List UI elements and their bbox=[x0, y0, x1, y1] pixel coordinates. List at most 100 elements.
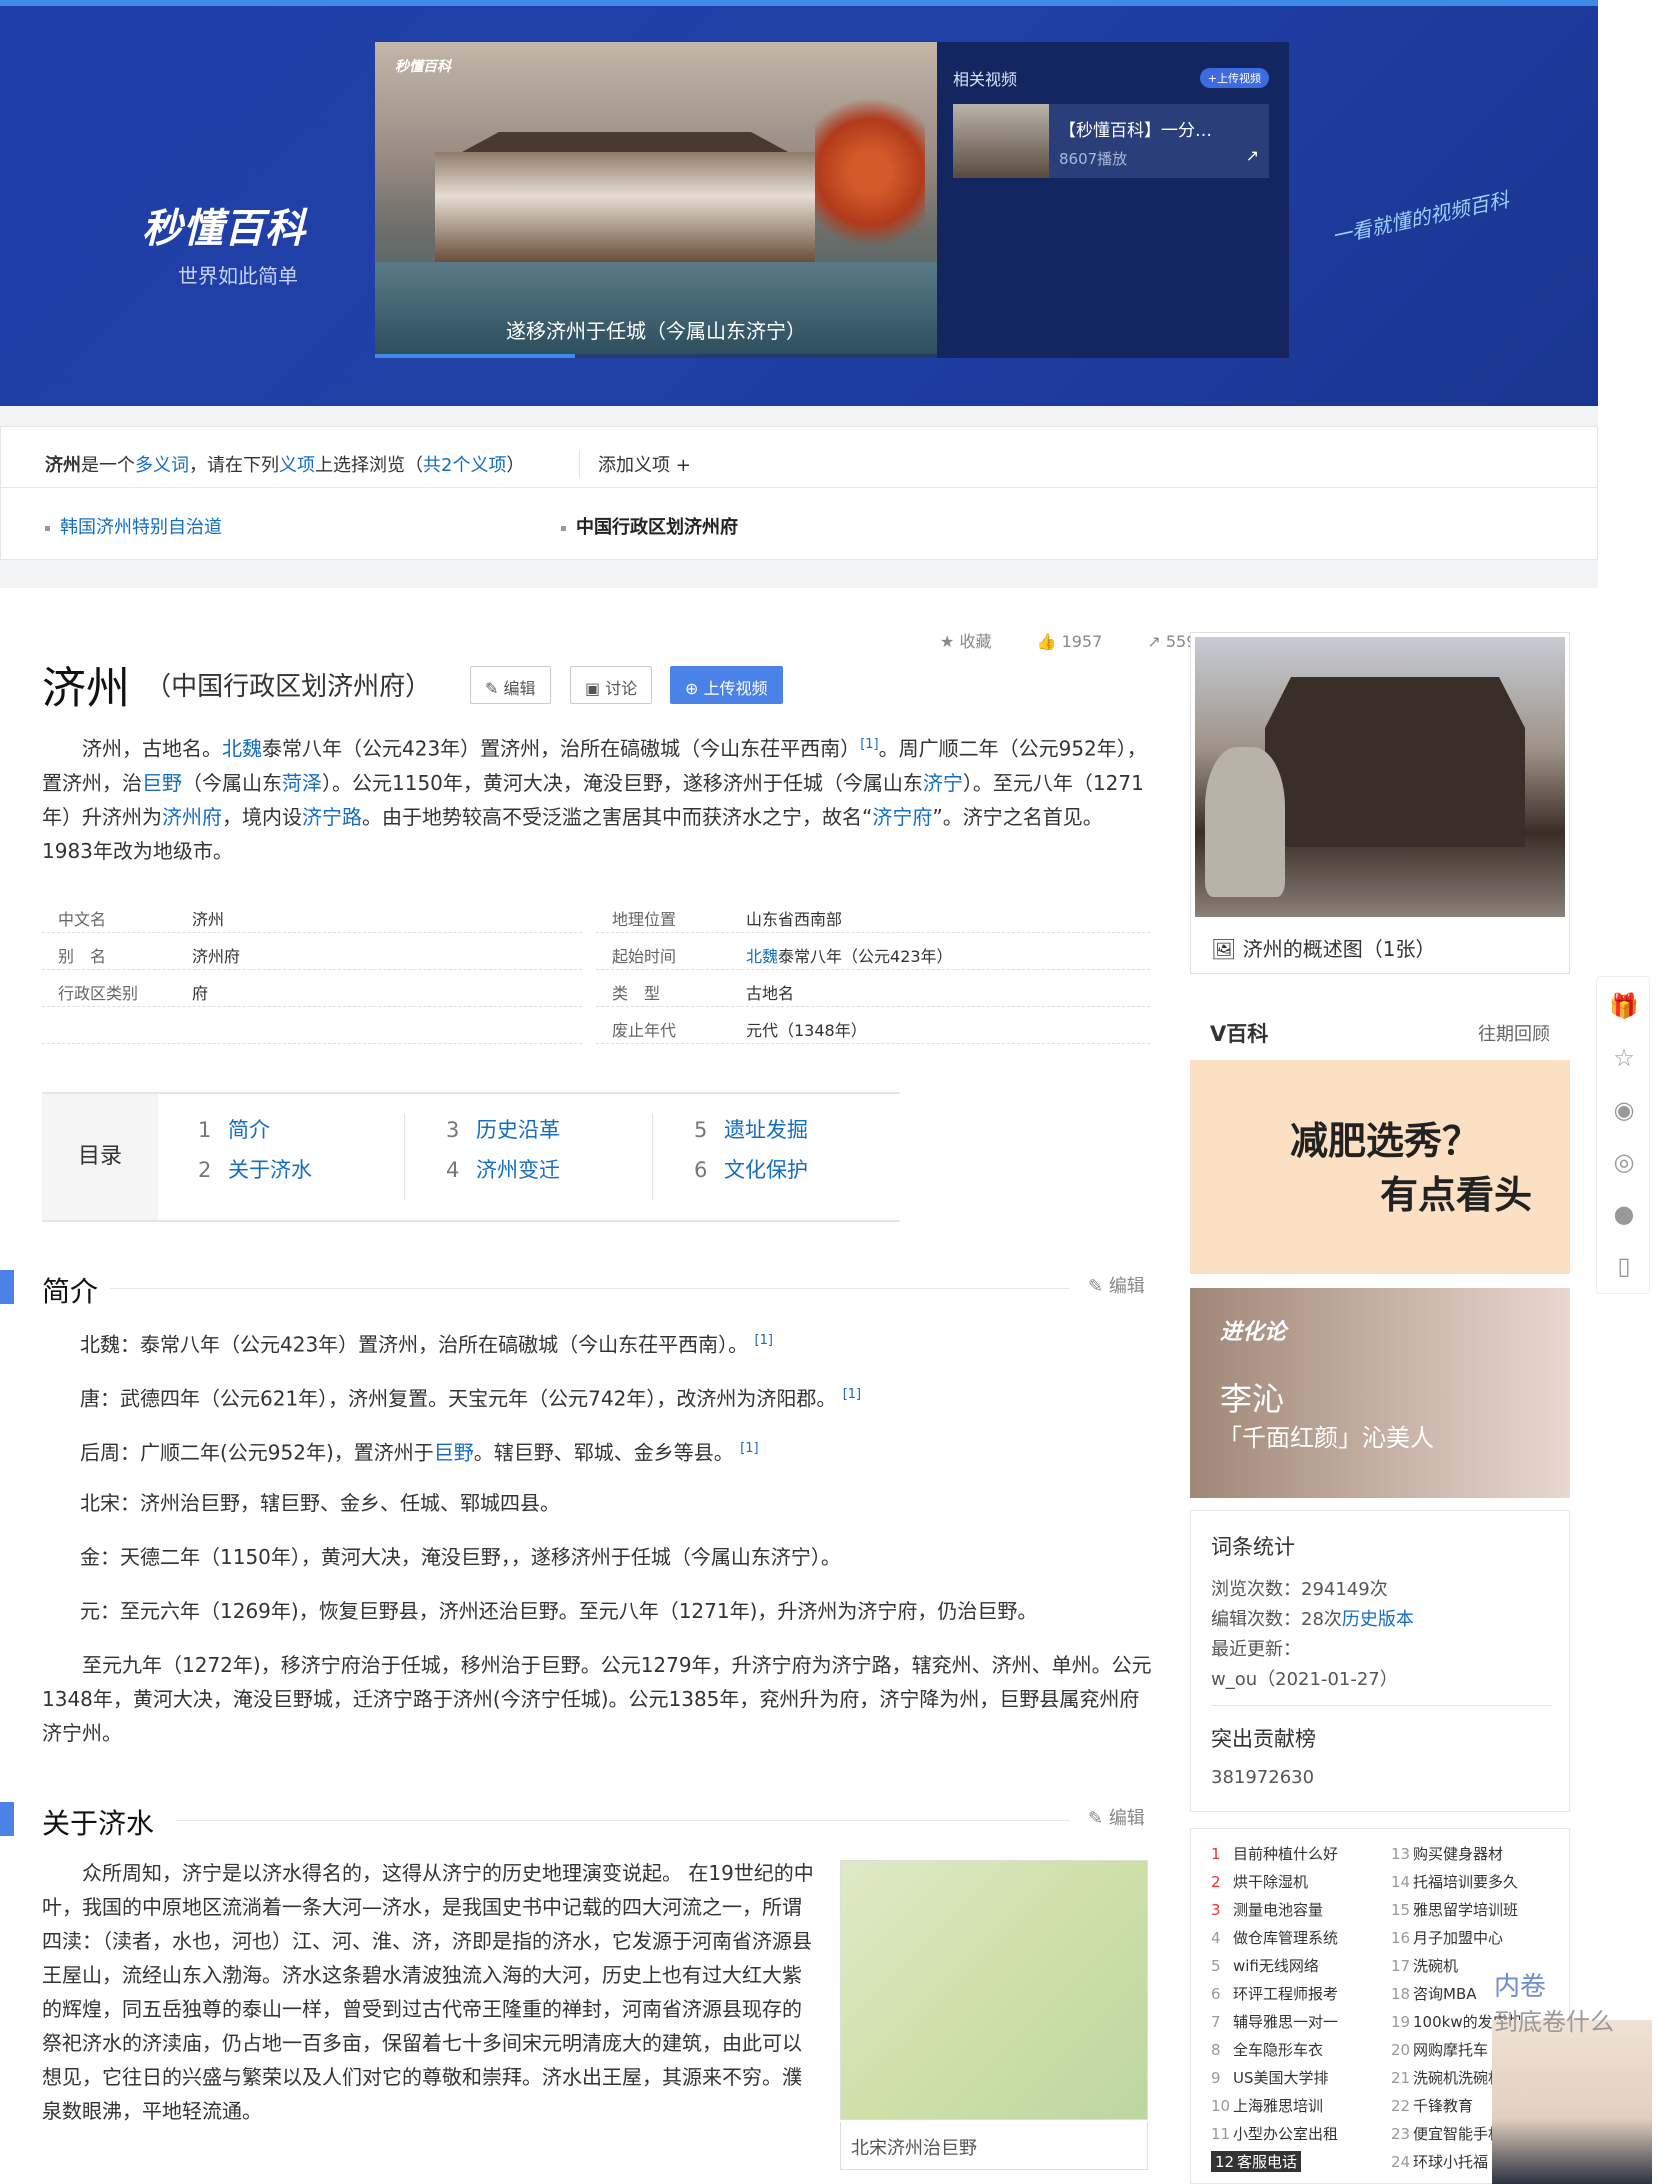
sense-option-korea[interactable]: 韩国济州特别自治道 bbox=[45, 513, 222, 539]
hot-label[interactable]: 环球小托福 bbox=[1413, 2153, 1488, 2171]
upload-video-badge[interactable]: +上传视频 bbox=[1199, 68, 1269, 88]
hot-item[interactable]: 14 托福培训要多久 bbox=[1391, 1871, 1518, 1892]
hot-label[interactable]: 客服电话 bbox=[1237, 2153, 1297, 2171]
hot-item[interactable]: 24 环球小托福 bbox=[1391, 2151, 1488, 2172]
hot-item[interactable]: 10 上海雅思培训 bbox=[1211, 2095, 1323, 2116]
toc-title[interactable]: 关于济水 bbox=[228, 1158, 312, 1182]
hot-item[interactable]: 11 小型办公室出租 bbox=[1211, 2123, 1338, 2144]
hot-label[interactable]: 洗碗机 bbox=[1413, 1957, 1458, 1975]
summary-link[interactable]: 北魏 bbox=[222, 737, 262, 761]
qq-icon[interactable]: ● bbox=[1609, 1199, 1639, 1229]
star-icon[interactable]: ☆ bbox=[1609, 1043, 1639, 1073]
toc-item[interactable]: 3 历史沿革 bbox=[446, 1114, 686, 1154]
related-video-thumbnail[interactable] bbox=[953, 104, 1049, 178]
toc-item[interactable]: 5 遗址发掘 bbox=[694, 1114, 934, 1154]
player-progress-bar[interactable] bbox=[375, 354, 937, 358]
promo-banner[interactable]: 进化论 李沁 「千面红颜」沁美人 bbox=[1190, 1288, 1570, 1498]
miaodong-logo[interactable]: 秒懂百科 bbox=[142, 196, 306, 254]
hot-item[interactable]: 2 烘干除湿机 bbox=[1211, 1871, 1308, 1892]
hot-label[interactable]: 烘干除湿机 bbox=[1233, 1873, 1308, 1891]
hot-label[interactable]: 千锋教育 bbox=[1413, 2097, 1473, 2115]
hot-item[interactable]: 1 目前种植什么好 bbox=[1211, 1843, 1338, 1864]
hot-label[interactable]: 做仓库管理系统 bbox=[1233, 1929, 1338, 1947]
info-value-link[interactable]: 北魏 bbox=[746, 947, 778, 966]
hot-label[interactable]: US美国大学排 bbox=[1233, 2069, 1329, 2087]
reference-link[interactable]: [1] bbox=[843, 1387, 861, 1402]
hot-item[interactable]: 4 做仓库管理系统 bbox=[1211, 1927, 1338, 1948]
video-player[interactable]: 秒懂百科 遂移济州于任城（今属山东济宁） bbox=[375, 42, 937, 358]
hot-label[interactable]: 雅思留学培训班 bbox=[1413, 1901, 1518, 1919]
reference-link[interactable]: [1] bbox=[860, 737, 878, 752]
toc-title[interactable]: 遗址发掘 bbox=[724, 1118, 808, 1142]
v-baike-more-link[interactable]: 往期回顾 bbox=[1478, 1020, 1550, 1046]
summary-link[interactable]: 菏泽 bbox=[282, 771, 322, 795]
toc-title[interactable]: 文化保护 bbox=[724, 1158, 808, 1182]
contributor-name[interactable]: 381972630 bbox=[1211, 1767, 1314, 1788]
hot-item[interactable]: 13 购买健身器材 bbox=[1391, 1843, 1503, 1864]
hot-item[interactable]: 5 wifi无线网络 bbox=[1211, 1955, 1319, 1976]
add-sense-button[interactable]: 添加义项 + bbox=[579, 451, 691, 477]
hot-label[interactable]: 目前种植什么好 bbox=[1233, 1845, 1338, 1863]
hot-label[interactable]: 全车隐形车衣 bbox=[1233, 2041, 1323, 2059]
toc-title[interactable]: 历史沿革 bbox=[476, 1118, 560, 1142]
related-video-title[interactable]: 【秒懂百科】一分… bbox=[1059, 116, 1212, 141]
related-video-item[interactable]: 【秒懂百科】一分… 8607播放 ↗ bbox=[953, 104, 1269, 178]
last-updated-by[interactable]: w_ou（2021-01-27） bbox=[1211, 1665, 1398, 1691]
sense-count-link[interactable]: 共2个义项 bbox=[423, 455, 506, 476]
hot-item[interactable]: 20 网购摩托车 bbox=[1391, 2039, 1488, 2060]
hot-label[interactable]: 测量电池容量 bbox=[1233, 1901, 1323, 1919]
hot-label[interactable]: 托福培训要多久 bbox=[1413, 1873, 1518, 1891]
summary-link[interactable]: 巨野 bbox=[142, 771, 182, 795]
summary-link[interactable]: 济宁路 bbox=[302, 805, 362, 829]
hot-label[interactable]: 小型办公室出租 bbox=[1233, 2125, 1338, 2143]
hot-label[interactable]: 网购摩托车 bbox=[1413, 2041, 1488, 2059]
hot-item[interactable]: 8 全车隐形车衣 bbox=[1211, 2039, 1323, 2060]
summary-link[interactable]: 济州府 bbox=[162, 805, 222, 829]
hot-item[interactable]: 16 月子加盟中心 bbox=[1391, 1927, 1503, 1948]
sense-option-label[interactable]: 韩国济州特别自治道 bbox=[60, 517, 222, 538]
reference-link[interactable]: [1] bbox=[740, 1441, 758, 1456]
hot-label[interactable]: 月子加盟中心 bbox=[1413, 1929, 1503, 1947]
discuss-button[interactable]: ▣ 讨论 bbox=[570, 666, 653, 704]
hot-label[interactable]: 咨询MBA bbox=[1413, 1985, 1477, 2003]
hot-label[interactable]: wifi无线网络 bbox=[1233, 1957, 1319, 1975]
collect-button[interactable]: ★ 收藏 bbox=[940, 632, 1011, 651]
hot-item[interactable]: 7 辅导雅思一对一 bbox=[1211, 2011, 1338, 2032]
summary-image-card[interactable]: 🖼 济州的概述图（1张） bbox=[1190, 632, 1570, 974]
hot-item[interactable]: 17 洗碗机 bbox=[1391, 1955, 1458, 1976]
history-link[interactable]: 历史版本 bbox=[1342, 1609, 1414, 1630]
sense-link[interactable]: 义项 bbox=[279, 455, 315, 476]
summary-link[interactable]: 济宁府 bbox=[872, 805, 932, 829]
wechat-icon[interactable]: ◎ bbox=[1609, 1147, 1639, 1177]
toc-item[interactable]: 1 简介 bbox=[198, 1114, 438, 1154]
hot-label[interactable]: 辅导雅思一对一 bbox=[1233, 2013, 1338, 2031]
hot-label[interactable]: 上海雅思培训 bbox=[1233, 2097, 1323, 2115]
reference-link[interactable]: [1] bbox=[755, 1333, 773, 1348]
hot-label[interactable]: 洗碗机洗碗机 bbox=[1413, 2069, 1503, 2087]
summary-image-caption[interactable]: 🖼 济州的概述图（1张） bbox=[1211, 933, 1435, 962]
hot-item[interactable]: 21 洗碗机洗碗机 bbox=[1391, 2067, 1503, 2088]
share-icon[interactable]: ↗ bbox=[1246, 146, 1259, 165]
hot-item[interactable]: 6 环评工程师报考 bbox=[1211, 1983, 1338, 2004]
edit-button[interactable]: ✎ 编辑 bbox=[470, 666, 551, 704]
hot-label[interactable]: 环评工程师报考 bbox=[1233, 1985, 1338, 2003]
hot-item[interactable]: 3 测量电池容量 bbox=[1211, 1899, 1323, 1920]
section-edit-button[interactable]: ✎ 编辑 bbox=[1088, 1272, 1145, 1298]
hot-item[interactable]: 22 千锋教育 bbox=[1391, 2095, 1473, 2116]
toc-title[interactable]: 简介 bbox=[228, 1118, 270, 1142]
hot-item[interactable]: 18 咨询MBA bbox=[1391, 1983, 1477, 2004]
toc-item[interactable]: 2 关于济水 bbox=[198, 1154, 438, 1194]
toc-item[interactable]: 6 文化保护 bbox=[694, 1154, 934, 1194]
toc-title[interactable]: 济州变迁 bbox=[476, 1158, 560, 1182]
hot-item[interactable]: 12 客服电话 bbox=[1211, 2151, 1302, 2172]
like-button[interactable]: 👍 1957 bbox=[1037, 632, 1123, 651]
hot-label[interactable]: 购买健身器材 bbox=[1413, 1845, 1503, 1863]
section-edit-button[interactable]: ✎ 编辑 bbox=[1088, 1804, 1145, 1830]
gift-icon[interactable]: 🎁 bbox=[1609, 991, 1639, 1021]
mobile-icon[interactable]: ▯ bbox=[1609, 1251, 1639, 1281]
v-baike-video-card[interactable]: 减肥选秀？ 有点看头 bbox=[1190, 1060, 1570, 1274]
summary-image[interactable] bbox=[1195, 637, 1565, 917]
hot-item[interactable]: 15 雅思留学培训班 bbox=[1391, 1899, 1518, 1920]
summary-link[interactable]: 济宁 bbox=[923, 771, 963, 795]
hot-item[interactable]: 23 便宜智能手机 bbox=[1391, 2123, 1503, 2144]
